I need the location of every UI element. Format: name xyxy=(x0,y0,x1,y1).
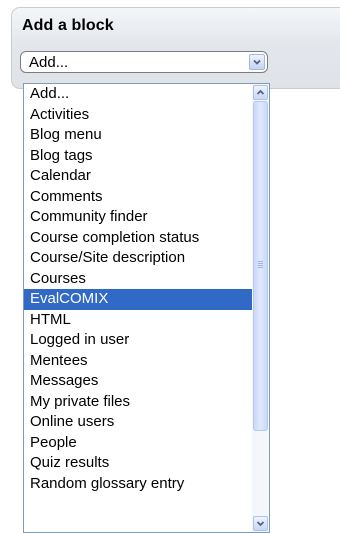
block-title: Add a block xyxy=(22,17,114,34)
grip-icon xyxy=(258,261,263,262)
scroll-thumb[interactable] xyxy=(253,101,268,431)
select-value: Add... xyxy=(29,54,69,71)
dropdown-option[interactable]: Community finder xyxy=(24,207,253,228)
add-block-select[interactable]: Add... xyxy=(20,51,268,73)
dropdown-option[interactable]: Add... xyxy=(24,84,253,105)
dropdown-option[interactable]: Online users xyxy=(24,412,253,433)
dropdown-list[interactable]: Add... Activities Blog menu Blog tags Calend… xyxy=(23,83,270,533)
chevron-up-icon xyxy=(256,89,265,95)
dropdown-option[interactable]: Calendar xyxy=(24,166,253,187)
dropdown-option[interactable]: Courses xyxy=(24,269,253,290)
dropdown-option[interactable]: Mentees xyxy=(24,351,253,372)
dropdown-option[interactable]: Blog menu xyxy=(24,125,253,146)
dropdown-option[interactable]: Blog tags xyxy=(24,146,253,167)
dropdown-option[interactable]: HTML xyxy=(24,310,253,331)
option-list: Add... Activities Blog menu Blog tags Calend… xyxy=(24,84,253,494)
chevron-down-icon[interactable] xyxy=(249,54,265,70)
dropdown-option[interactable]: Activities xyxy=(24,105,253,126)
chevron-down-icon xyxy=(256,521,265,527)
dropdown-option[interactable]: My private files xyxy=(24,392,253,413)
dropdown-option[interactable]: People xyxy=(24,433,253,454)
dropdown-option[interactable]: Comments xyxy=(24,187,253,208)
dropdown-option[interactable]: Quiz results xyxy=(24,453,253,474)
dropdown-option[interactable]: Course completion status xyxy=(24,228,253,249)
scroll-up-button[interactable] xyxy=(253,85,268,100)
dropdown-option[interactable]: EvalCOMIX xyxy=(24,289,253,310)
scrollbar[interactable] xyxy=(252,84,269,532)
dropdown-option[interactable]: Random glossary entry xyxy=(24,474,253,495)
dropdown-option[interactable]: Course/Site description xyxy=(24,248,253,269)
dropdown-option[interactable]: Messages xyxy=(24,371,253,392)
dropdown-option[interactable]: Logged in user xyxy=(24,330,253,351)
